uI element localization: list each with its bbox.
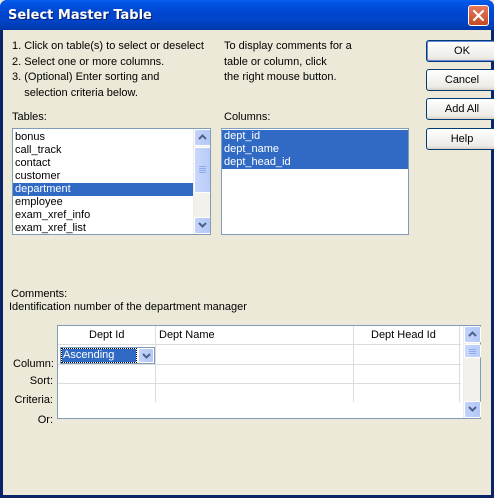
cancel-button[interactable]: Cancel [426, 69, 494, 91]
table-item-exam-xref-info[interactable]: exam_xref_info [13, 209, 210, 222]
title-bar[interactable]: Select Master Table [0, 0, 494, 30]
sort-dropdown[interactable]: Ascending [60, 347, 155, 364]
comments-text: Identification number of the department … [9, 301, 247, 313]
grid-row-divider [58, 344, 461, 345]
grid-header-dept-id: Dept Id [89, 329, 125, 341]
close-button[interactable] [468, 5, 489, 26]
columns-label: Columns: [224, 111, 271, 123]
table-item-department[interactable]: department [13, 183, 193, 196]
table-item-contact[interactable]: contact [13, 157, 210, 170]
sort-dropdown-button[interactable] [138, 348, 154, 363]
columns-listbox[interactable]: dept_id dept_name dept_head_id [221, 128, 409, 235]
comment-hint-line-1: To display comments for a [224, 40, 352, 52]
help-button[interactable]: Help [426, 128, 494, 150]
chevron-up-icon [198, 134, 207, 140]
comment-hint-line-2: table or column, click [224, 56, 327, 68]
instruction-line-1: 1. Click on table(s) to select or desele… [12, 40, 204, 52]
tables-listbox[interactable]: bonus call_track contact customer depart… [12, 128, 211, 235]
column-item-dept-head-id[interactable]: dept_head_id [222, 156, 408, 169]
chevron-down-icon [468, 406, 477, 412]
scroll-down-button[interactable] [194, 217, 210, 234]
column-item-dept-name[interactable]: dept_name [222, 143, 408, 156]
table-item-call-track[interactable]: call_track [13, 144, 210, 157]
criteria-row-label: Criteria: [14, 394, 53, 406]
dialog-window: Select Master Table 1. Click on table(s)… [0, 0, 494, 498]
column-row-label: Column: [13, 358, 54, 370]
grid-row-divider [58, 364, 461, 365]
instruction-line-2: 2. Select one or more columns. [12, 56, 165, 68]
sort-row-label: Sort: [29, 375, 53, 387]
scroll-thumb[interactable] [194, 147, 210, 193]
tables-scrollbar[interactable] [193, 129, 210, 234]
or-row-label: Or: [37, 414, 53, 426]
dialog-body: 1. Click on table(s) to select or desele… [3, 30, 494, 495]
grid-scroll-up-button[interactable] [464, 326, 481, 343]
comments-label: Comments: [11, 288, 68, 300]
grid-row-divider [58, 383, 461, 384]
selection-grid[interactable]: Dept Id Dept Name Dept Head Id Ascending [57, 325, 481, 419]
grid-header-dept-name: Dept Name [159, 329, 215, 341]
sort-dropdown-value: Ascending [61, 348, 137, 363]
grid-header-dept-head-id: Dept Head Id [371, 329, 436, 341]
table-item-employee[interactable]: employee [13, 196, 210, 209]
comment-hint-line-3: the right mouse button. [224, 71, 337, 83]
scroll-up-button[interactable] [194, 129, 210, 146]
close-icon [472, 9, 485, 22]
chevron-down-icon [198, 222, 207, 228]
column-item-dept-id[interactable]: dept_id [222, 130, 408, 143]
chevron-down-icon [142, 353, 151, 359]
table-item-customer[interactable]: customer [13, 170, 210, 183]
tables-label: Tables: [12, 111, 47, 123]
add-all-button[interactable]: Add All [426, 98, 494, 120]
grid-scroll-thumb[interactable] [464, 344, 481, 358]
instruction-line-3: 3. (Optional) Enter sorting and [12, 71, 160, 83]
window-title: Select Master Table [8, 8, 152, 23]
table-item-bonus[interactable]: bonus [13, 131, 210, 144]
ok-button[interactable]: OK [426, 40, 494, 62]
table-item-exam-xref-list[interactable]: exam_xref_list [13, 222, 210, 234]
instruction-line-4: selection criteria below. [12, 87, 138, 99]
chevron-up-icon [468, 331, 477, 337]
grid-scroll-down-button[interactable] [464, 401, 481, 418]
grid-scrollbar[interactable] [463, 326, 481, 418]
